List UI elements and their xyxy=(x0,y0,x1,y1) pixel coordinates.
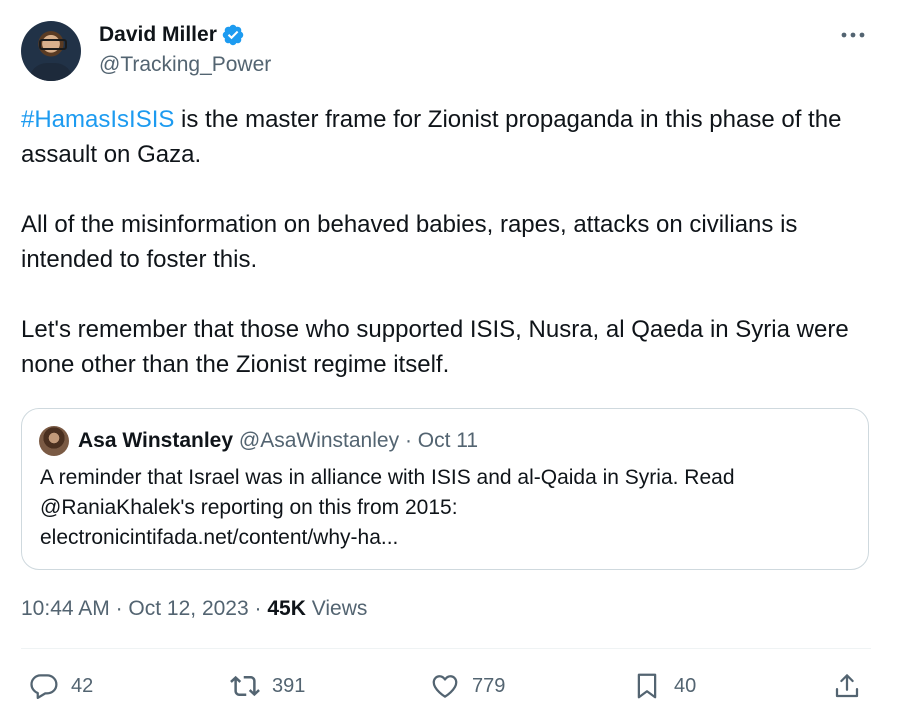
retweet-icon xyxy=(230,675,260,697)
tweet-date[interactable]: Oct 12, 2023 xyxy=(128,597,248,620)
quoted-author-avatar[interactable] xyxy=(39,426,69,456)
hashtag-link[interactable]: #HamasIsISIS xyxy=(21,106,174,133)
like-button[interactable]: 779 xyxy=(430,664,505,708)
author-name-row: David Miller xyxy=(99,22,245,48)
avatar-glasses xyxy=(39,39,67,50)
author-handle[interactable]: @Tracking_Power xyxy=(99,53,271,77)
views-label: Views xyxy=(305,597,368,620)
quoted-tweet-header: Asa Winstanley @AsaWinstanley · Oct 11 xyxy=(78,427,478,455)
share-icon[interactable] xyxy=(832,671,862,701)
quoted-author-name[interactable]: Asa Winstanley xyxy=(78,429,233,452)
divider xyxy=(21,648,871,649)
reply-icon xyxy=(30,674,58,699)
views-count: 45K xyxy=(267,597,306,620)
quoted-separator: · xyxy=(404,429,412,452)
reply-count: 42 xyxy=(71,674,94,697)
retweet-count: 391 xyxy=(272,674,306,697)
quoted-author-handle[interactable]: @AsaWinstanley xyxy=(239,429,399,452)
tweet-time[interactable]: 10:44 AM xyxy=(21,597,110,620)
author-avatar[interactable] xyxy=(21,21,81,81)
author-display-name[interactable]: David Miller xyxy=(99,22,217,48)
quoted-date[interactable]: Oct 11 xyxy=(418,429,478,452)
heart-icon xyxy=(432,675,458,698)
meta-separator-2: · xyxy=(254,597,262,620)
tweet-paragraph-3: Let's remember that those who supported … xyxy=(21,316,849,378)
action-bar: 42 391 779 40 xyxy=(0,664,898,708)
verified-badge-icon xyxy=(222,24,244,46)
more-dots-icon xyxy=(841,32,865,38)
tweet-metadata: 10:44 AM · Oct 12, 2023 · 45K Views xyxy=(21,597,367,621)
quoted-line-1: A reminder that Israel was in alliance w… xyxy=(40,466,735,489)
tweet-paragraph-2: All of the misinformation on behaved bab… xyxy=(21,211,798,273)
bookmark-icon xyxy=(637,673,657,699)
bookmark-button[interactable]: 40 xyxy=(632,664,696,708)
quoted-tweet-card[interactable]: Asa Winstanley @AsaWinstanley · Oct 11 A… xyxy=(21,408,869,570)
more-options-button[interactable] xyxy=(838,20,868,50)
bookmark-count: 40 xyxy=(674,674,697,697)
tweet-paragraph-1: #HamasIsISIS is the master frame for Zio… xyxy=(21,102,871,172)
tweet-text: #HamasIsISIS is the master frame for Zio… xyxy=(21,102,871,382)
like-count: 779 xyxy=(472,674,506,697)
avatar-shirt xyxy=(29,63,73,81)
retweet-button[interactable]: 391 xyxy=(230,664,305,708)
quoted-line-3: electronicintifada.net/content/why-ha... xyxy=(40,526,399,549)
reply-button[interactable]: 42 xyxy=(29,664,93,708)
quoted-line-2: @RaniaKhalek's reporting on this from 20… xyxy=(40,496,458,519)
quoted-tweet-text: A reminder that Israel was in alliance w… xyxy=(40,463,840,553)
meta-separator: · xyxy=(115,597,123,620)
